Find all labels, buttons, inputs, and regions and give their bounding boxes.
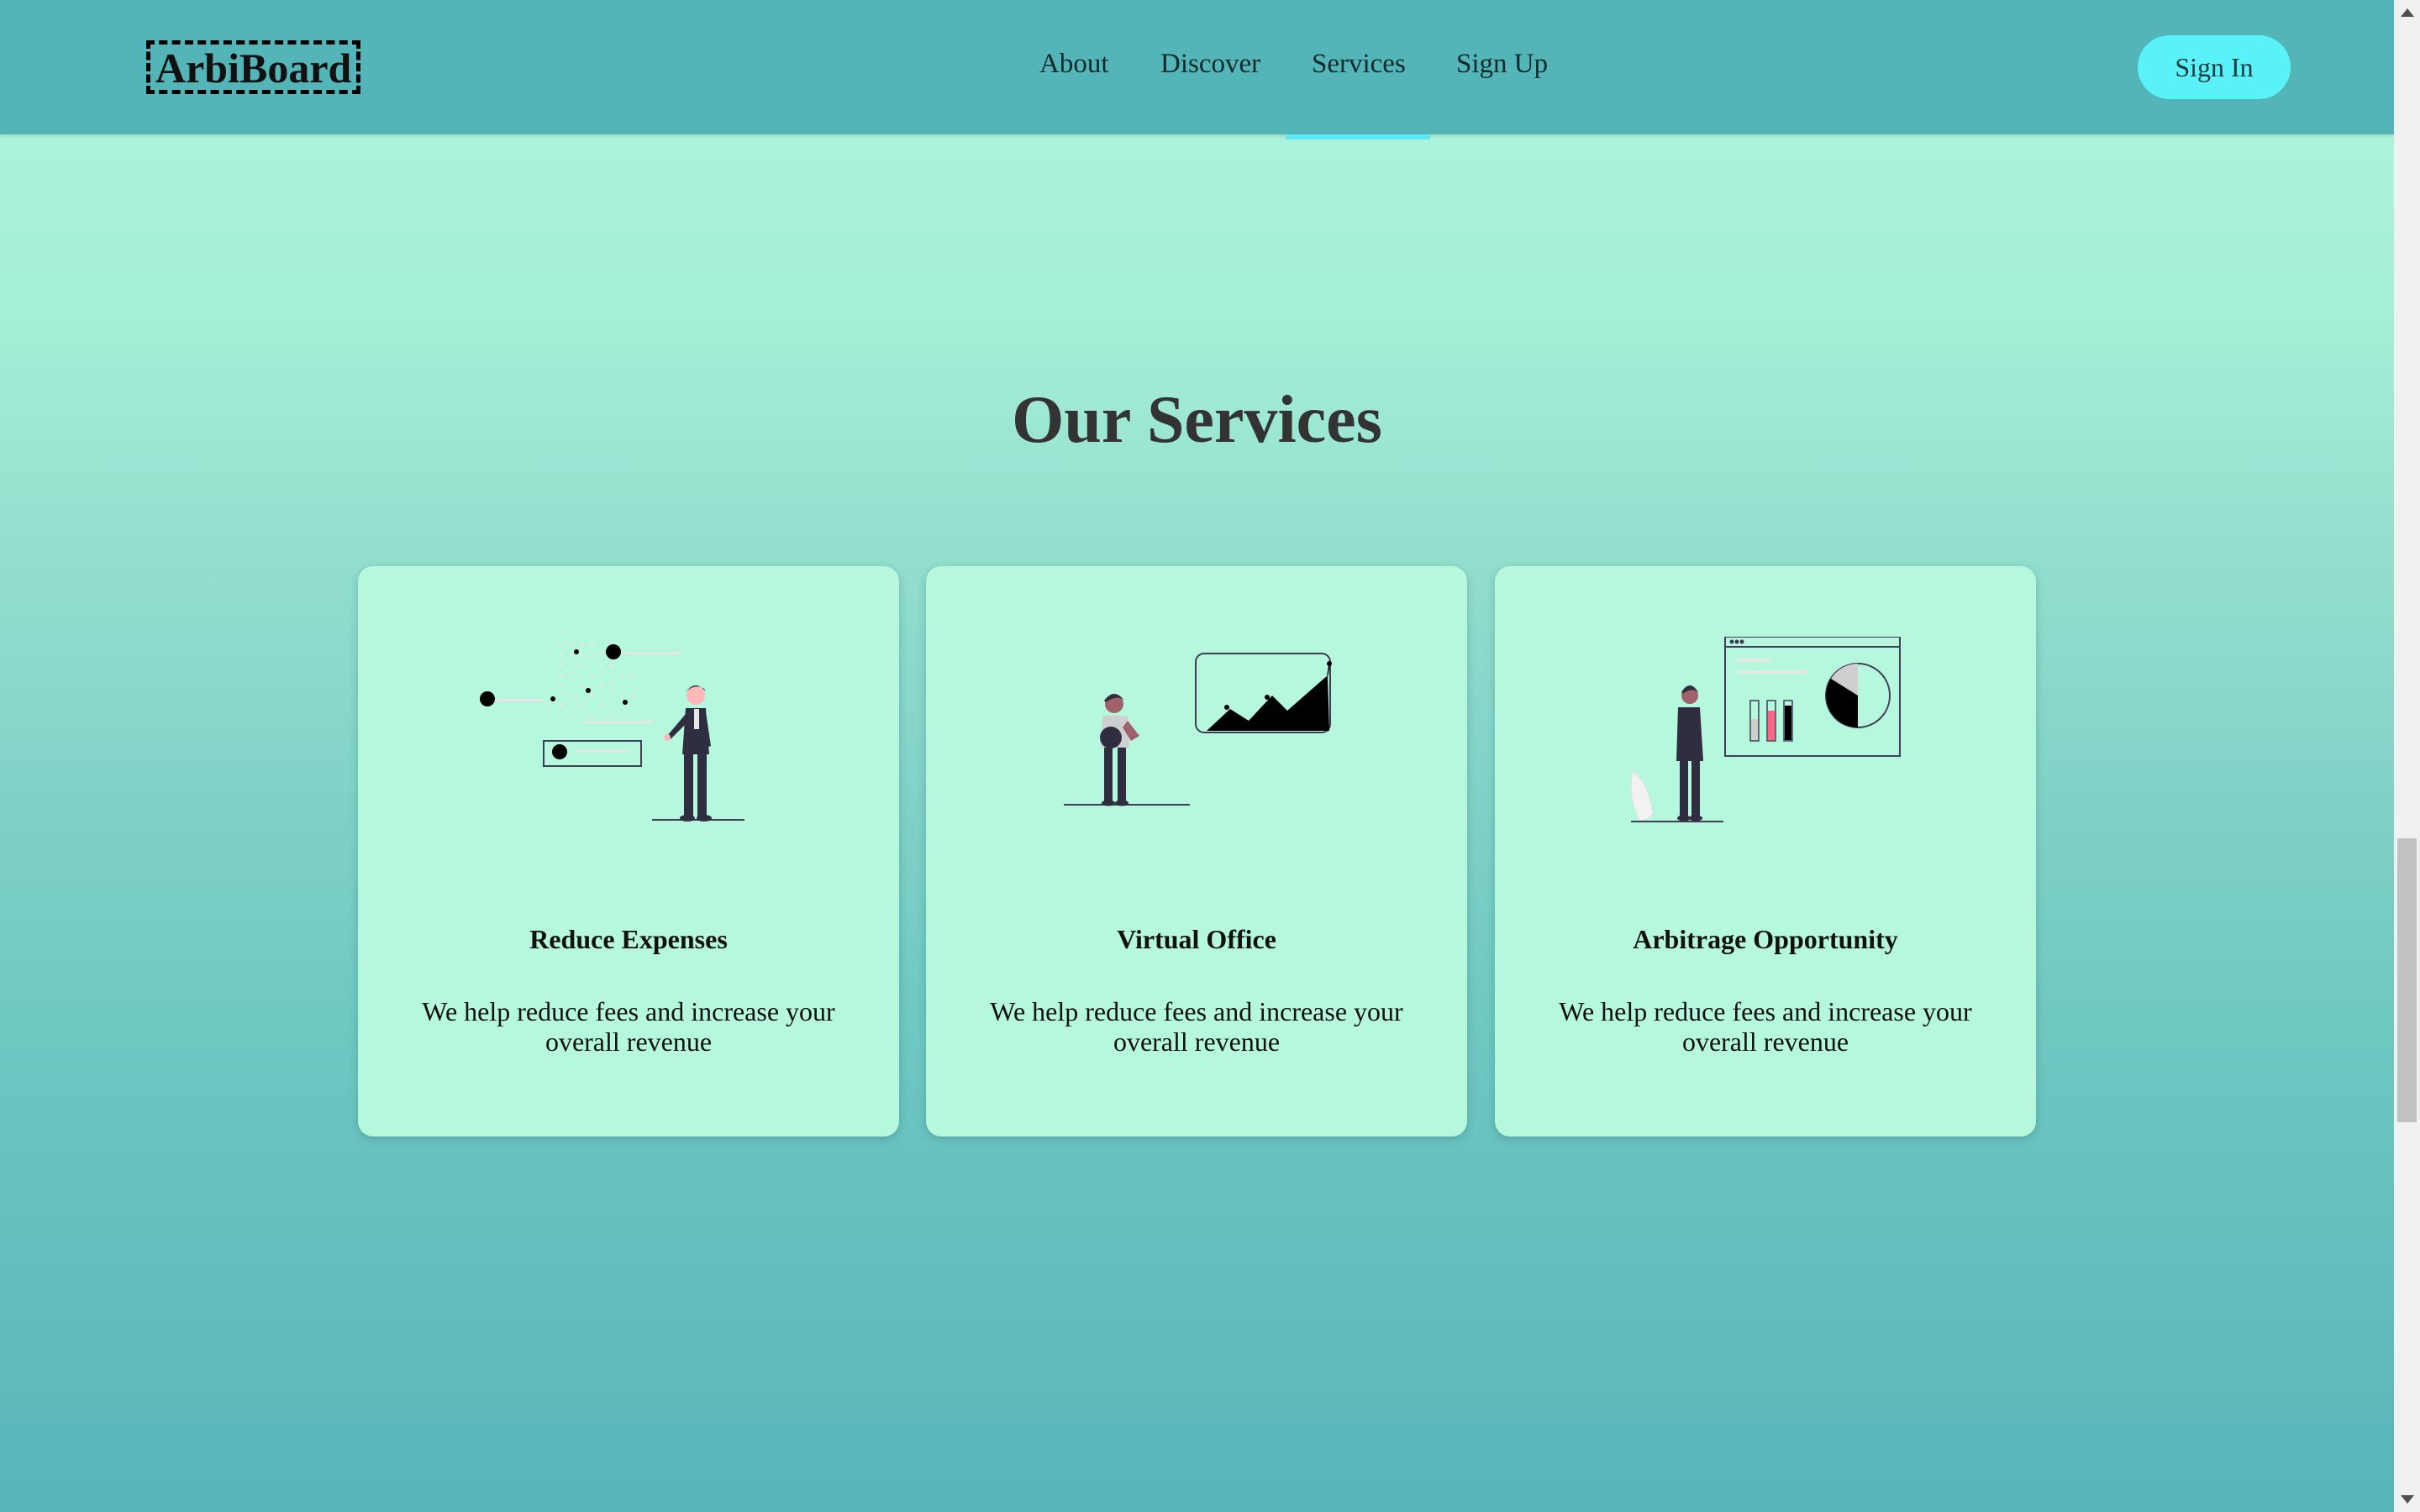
navbar: ArbiBoard About Discover Services Sign U… bbox=[0, 0, 2394, 134]
card-title: Arbitrage Opportunity bbox=[1633, 924, 1898, 954]
dashboard-analytics-illustration bbox=[1630, 637, 1901, 822]
scroll-thumb[interactable] bbox=[2397, 838, 2417, 1122]
service-card-virtual-office: Virtual Office We help reduce fees and i… bbox=[926, 566, 1467, 1137]
nav-link-sign-up[interactable]: Sign Up bbox=[1456, 47, 1548, 81]
card-description: We help reduce fees and increase your ov… bbox=[990, 996, 1403, 1057]
nav-link-about[interactable]: About bbox=[1039, 47, 1109, 81]
scroll-up-arrow-icon[interactable] bbox=[2401, 8, 2414, 17]
nav-link-services[interactable]: Services bbox=[1312, 47, 1406, 81]
card-title: Virtual Office bbox=[1117, 924, 1276, 954]
scroll-down-arrow-icon[interactable] bbox=[2401, 1495, 2414, 1504]
presentation-illustration bbox=[480, 643, 744, 822]
nav-link-discover[interactable]: Discover bbox=[1160, 47, 1260, 81]
service-card-arbitrage-opportunity: Arbitrage Opportunity We help reduce fee… bbox=[1495, 566, 2036, 1137]
card-description: We help reduce fees and increase your ov… bbox=[422, 996, 835, 1057]
section-title: Our Services bbox=[1012, 383, 1382, 457]
card-title: Reduce Expenses bbox=[529, 924, 728, 954]
active-nav-indicator bbox=[1286, 134, 1430, 139]
sign-in-button[interactable]: Sign In bbox=[2138, 35, 2291, 99]
growth-chart-illustration bbox=[1064, 653, 1332, 806]
brand-logo[interactable]: ArbiBoard bbox=[146, 40, 361, 94]
service-card-reduce-expenses: Reduce Expenses We help reduce fees and … bbox=[358, 566, 899, 1137]
page-scrollbar[interactable] bbox=[2394, 0, 2420, 1512]
card-description: We help reduce fees and increase your ov… bbox=[1559, 996, 1972, 1057]
